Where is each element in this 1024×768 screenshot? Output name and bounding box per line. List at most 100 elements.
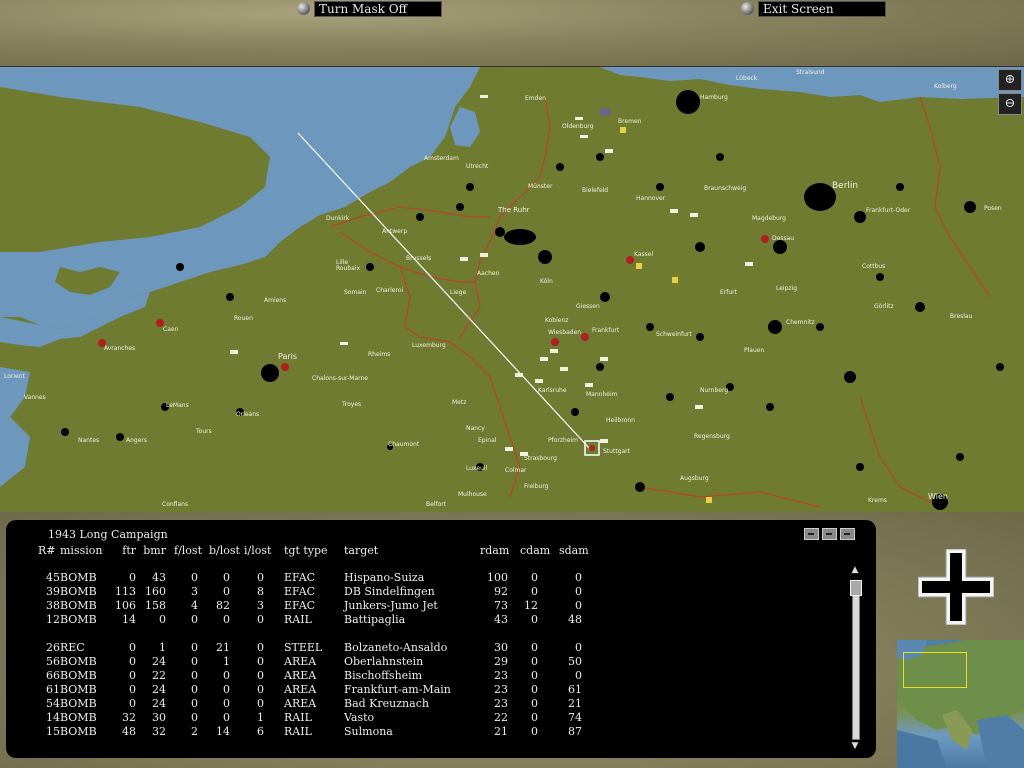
- cell-r: 54: [46, 697, 60, 710]
- cell-r: 61: [46, 683, 60, 696]
- zoom-in-button[interactable]: ⊕: [998, 69, 1022, 91]
- cell-rdam: 22: [494, 711, 508, 724]
- western-sea: [0, 367, 30, 487]
- city-label-metz: Metz: [452, 399, 467, 406]
- city-label-erfurt: Erfurt: [720, 289, 737, 296]
- cell-cdam: 12: [524, 599, 538, 612]
- header-sdam: sdam: [559, 544, 589, 557]
- city-label-leipzig: Leipzig: [776, 285, 798, 292]
- cell-flost: 0: [191, 655, 198, 668]
- city-label-giessen: Giessen: [576, 303, 600, 310]
- city-label-frankfurt-oder: Frankfurt-Oder: [866, 207, 911, 214]
- city-label-mulhouse: Mulhouse: [458, 491, 487, 498]
- cell-blost: 0: [223, 613, 230, 626]
- city-label-epinal: Epinal: [478, 437, 497, 444]
- cell-ftr: 14: [122, 613, 136, 626]
- city-label-belfort: Belfort: [426, 501, 447, 508]
- scroll-track[interactable]: [852, 580, 860, 740]
- balkenkreuz-icon: [918, 549, 994, 625]
- city-label-koln: Köln: [540, 278, 553, 285]
- header-ilost: i/lost: [244, 544, 272, 557]
- cell-flost: 0: [191, 571, 198, 584]
- turn-mask-off-label: Turn Mask Off: [314, 0, 442, 17]
- turn-mask-off-button[interactable]: Turn Mask Off: [297, 0, 442, 17]
- cell-rdam: 23: [494, 669, 508, 682]
- cell-bmr: 24: [152, 655, 166, 668]
- cell-ilost: 1: [257, 711, 264, 724]
- city-label-bielefeld: Bielefeld: [582, 187, 609, 194]
- cell-sdam: 0: [575, 641, 582, 654]
- cell-r: 45: [46, 571, 60, 584]
- panel-maximize-button[interactable]: [840, 528, 855, 540]
- cell-blost: 82: [216, 599, 230, 612]
- header-blost: b/lost: [209, 544, 240, 557]
- city-label-caen: Caen: [163, 326, 179, 333]
- city-label-stralsund: Stralsund: [796, 69, 825, 76]
- city-label-aachen: Aachen: [477, 270, 500, 277]
- city-label-amsterdam: Amsterdam: [424, 155, 459, 162]
- city-label-rouen: Rouen: [234, 315, 253, 322]
- city-label-kolberg: Kolberg: [934, 83, 957, 90]
- cell-bmr: 43: [152, 571, 166, 584]
- city-label-frankfurt: Frankfurt: [592, 327, 620, 334]
- city-label-chalons: Chalons-sur-Marne: [312, 375, 368, 382]
- zoom-out-button[interactable]: ⊖: [998, 93, 1022, 115]
- city-label-berlin: Berlin: [832, 181, 859, 191]
- cell-sdam: 50: [568, 655, 582, 668]
- cell-target: Hispano-Suiza: [344, 571, 425, 584]
- cell-flost: 0: [191, 641, 198, 654]
- city-label-schweinfurt: Schweinfurt: [656, 331, 692, 338]
- cell-target: Vasto: [344, 711, 375, 724]
- cell-bmr: 24: [152, 683, 166, 696]
- city-label-lemans: LeMans: [166, 402, 189, 409]
- cell-rdam: 23: [494, 697, 508, 710]
- cell-rdam: 73: [494, 599, 508, 612]
- cell-sdam: 0: [575, 669, 582, 682]
- cell-target: Oberlahnstein: [344, 655, 424, 668]
- city-label-regensburg: Regensburg: [694, 433, 730, 440]
- cell-rdam: 23: [494, 683, 508, 696]
- cell-rdam: 92: [494, 585, 508, 598]
- city-label-braunschweig: Braunschweig: [704, 185, 747, 192]
- cell-rdam: 29: [494, 655, 508, 668]
- city-label-angers: Angers: [126, 437, 147, 444]
- cell-r: 26: [46, 641, 60, 654]
- minimap-viewport[interactable]: [903, 652, 967, 688]
- city-label-kassel: Kassel: [634, 251, 654, 258]
- cell-cdam: 0: [531, 697, 538, 710]
- exit-screen-button[interactable]: Exit Screen: [741, 0, 886, 17]
- city-label-gorlitz: Görlitz: [874, 303, 894, 310]
- city-label-liege: Liege: [450, 289, 467, 296]
- minimap[interactable]: [897, 640, 1024, 768]
- cell-tgt: EFAC: [284, 585, 316, 598]
- cell-tgt: AREA: [284, 669, 317, 682]
- scroll-thumb[interactable]: [850, 580, 862, 596]
- cell-tgt: RAIL: [284, 711, 312, 724]
- panel-restore-button[interactable]: [822, 528, 837, 540]
- city-label-magdeburg: Magdeburg: [752, 215, 786, 222]
- city-label-nancy: Nancy: [466, 425, 485, 432]
- cell-tgt: AREA: [284, 655, 317, 668]
- city-label-reims: Rheims: [368, 351, 391, 358]
- city-label-wiesbaden: Wiesbaden: [548, 329, 582, 336]
- cell-ilost: 3: [257, 599, 264, 612]
- cell-flost: 0: [191, 697, 198, 710]
- scroll-down-arrow[interactable]: ▼: [848, 740, 862, 752]
- cell-cdam: 0: [531, 585, 538, 598]
- cell-ilost: 0: [257, 683, 264, 696]
- city-label-chemnitz: Chemnitz: [786, 319, 815, 326]
- city-label-nurnberg: Nurnberg: [700, 387, 729, 394]
- header-r: R#: [38, 544, 56, 557]
- cell-flost: 0: [191, 711, 198, 724]
- campaign-map[interactable]: Berlin Paris Wien Hamburg Bremen Emden A…: [0, 66, 1024, 514]
- cell-mission: REC: [60, 641, 85, 654]
- cell-ftr: 48: [122, 725, 136, 738]
- scroll-up-arrow[interactable]: ▲: [848, 564, 862, 576]
- city-label-avranches: Avranches: [104, 345, 136, 352]
- cell-blost: 0: [223, 697, 230, 710]
- panel-minimize-button[interactable]: [804, 528, 819, 540]
- cell-ftr: 106: [115, 599, 136, 612]
- cell-mission: BOMB: [60, 711, 97, 724]
- panel-scrollbar[interactable]: ▲ ▼: [848, 564, 862, 754]
- city-label-pforzheim: Pforzheim: [548, 437, 579, 444]
